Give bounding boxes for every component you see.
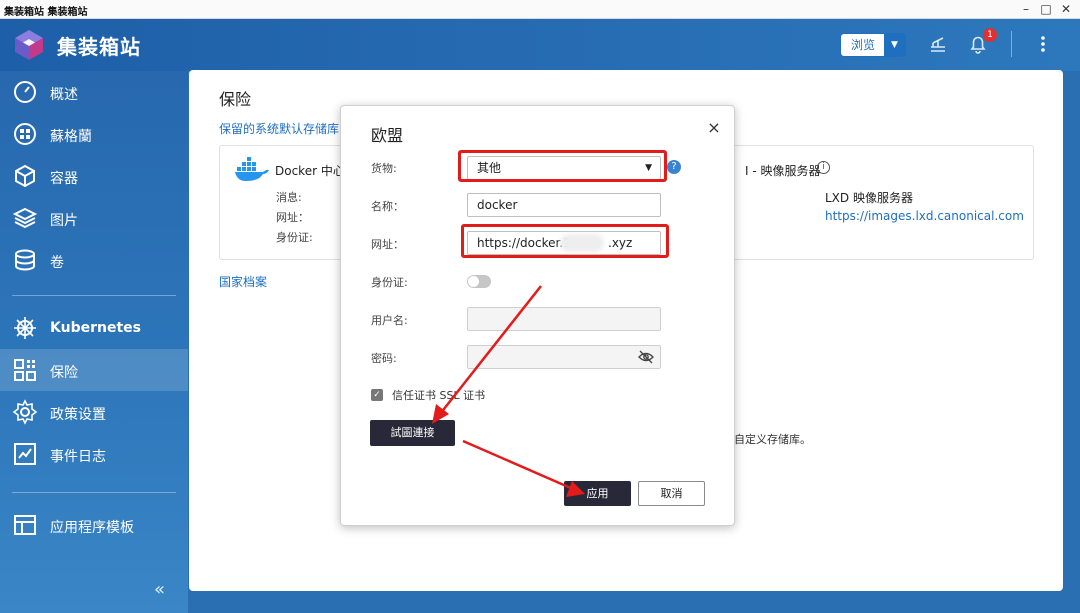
toggle-knob bbox=[468, 276, 479, 287]
close-icon[interactable]: × bbox=[706, 118, 722, 137]
window-title: 集装箱站 集装箱站 bbox=[4, 7, 88, 18]
custom-registry-hint: 自定义存储库。 bbox=[734, 433, 811, 446]
sidebar-item-preferences[interactable]: 政策设置 bbox=[0, 391, 188, 433]
header-divider bbox=[1011, 31, 1012, 57]
eye-off-icon[interactable] bbox=[638, 350, 654, 364]
gauge-icon bbox=[14, 81, 36, 103]
lxd-image-server-label: LXD 映像服务器 bbox=[825, 191, 913, 205]
name-input[interactable]: docker bbox=[467, 193, 661, 217]
sidebar-item-scotland[interactable]: 蘇格蘭 bbox=[0, 113, 188, 155]
registry-blocks-icon bbox=[14, 359, 36, 381]
window-title-bar: 集装箱站 集装箱站 – □ ✕ bbox=[0, 0, 1080, 19]
goods-label: 货物: bbox=[371, 162, 397, 175]
trust-ssl-checkbox[interactable]: ✓ bbox=[371, 389, 383, 401]
event-log-icon bbox=[14, 443, 36, 465]
sidebar-item-label: 图片 bbox=[50, 213, 78, 229]
username-input[interactable] bbox=[467, 307, 661, 331]
url-value: https://docker.1 bbox=[477, 236, 571, 250]
url-label: 网址： bbox=[371, 238, 404, 251]
template-icon bbox=[14, 515, 36, 535]
sidebar-item-label: 卷 bbox=[50, 255, 64, 271]
sidebar-item-label: 概述 bbox=[50, 87, 78, 103]
card-url-label: 网址： bbox=[276, 211, 309, 224]
sidebar-item-label: 保险 bbox=[50, 365, 78, 381]
help-icon[interactable]: ? bbox=[667, 160, 681, 174]
maximize-icon[interactable]: □ bbox=[1039, 1, 1053, 17]
image-server-title: I - 映像服务器 bbox=[745, 164, 821, 178]
name-label: 名称： bbox=[371, 200, 404, 213]
sidebar-item-kubernetes[interactable]: Kubernetes bbox=[0, 307, 188, 349]
card-id-label: 身份证: bbox=[276, 231, 313, 244]
sidebar-item-overview[interactable]: 概述 bbox=[0, 71, 188, 113]
sidebar: 概述 蘇格蘭 容器 图片 卷 Kubernetes 保险 政策设置 事件日志 应… bbox=[0, 71, 188, 613]
id-label: 身份证: bbox=[371, 276, 408, 289]
cube-icon bbox=[15, 164, 35, 188]
url-suffix: .xyz bbox=[608, 236, 633, 250]
username-label: 用户名: bbox=[371, 314, 408, 327]
sidebar-item-label: 事件日志 bbox=[50, 449, 106, 465]
sidebar-item-app-templates[interactable]: 应用程序模板 bbox=[0, 504, 188, 546]
apply-button[interactable]: 应用 bbox=[564, 481, 631, 506]
password-label: 密码: bbox=[371, 352, 397, 365]
add-registry-dialog: 欧盟 × 货物: 其他 ▼ ? 名称： docker 网址： https://d… bbox=[340, 105, 735, 526]
database-icon bbox=[15, 249, 35, 271]
password-input[interactable] bbox=[467, 345, 661, 369]
close-window-icon[interactable]: ✕ bbox=[1059, 1, 1073, 17]
sidebar-item-event-logs[interactable]: 事件日志 bbox=[0, 433, 188, 475]
sidebar-item-registry[interactable]: 保险 bbox=[0, 349, 188, 391]
card-message-label: 消息: bbox=[276, 191, 302, 204]
more-vertical-icon[interactable] bbox=[1031, 32, 1055, 56]
sidebar-item-images[interactable]: 图片 bbox=[0, 197, 188, 239]
helm-wheel-icon bbox=[14, 317, 36, 339]
chevron-down-icon[interactable]: ▼ bbox=[884, 34, 905, 56]
sidebar-item-label: 应用程序模板 bbox=[50, 520, 134, 536]
sidebar-divider bbox=[12, 295, 176, 296]
app-name: 集装箱站 bbox=[57, 35, 141, 59]
stack-icon[interactable] bbox=[926, 32, 950, 56]
page-title: 保险 bbox=[219, 90, 252, 109]
sidebar-item-volumes[interactable]: 卷 bbox=[0, 239, 188, 281]
registry-type-select[interactable]: 其他 ▼ bbox=[467, 156, 661, 180]
sidebar-item-label: 政策设置 bbox=[50, 407, 106, 423]
sidebar-item-label: 容器 bbox=[50, 171, 78, 187]
test-connection-button[interactable]: 試圖連接 bbox=[370, 420, 455, 446]
cancel-button[interactable]: 取消 bbox=[638, 481, 705, 506]
registry-type-value: 其他 bbox=[477, 161, 502, 175]
docker-whale-icon bbox=[235, 157, 269, 181]
sidebar-item-label: Kubernetes bbox=[50, 320, 141, 336]
lxd-image-server-url[interactable]: https://images.lxd.canonical.com bbox=[825, 209, 1024, 223]
settings-gear-icon bbox=[12, 399, 38, 425]
info-icon[interactable]: i bbox=[817, 161, 830, 174]
sidebar-item-label: 蘇格蘭 bbox=[50, 129, 92, 145]
layers-icon bbox=[12, 207, 38, 229]
dialog-title: 欧盟 bbox=[371, 126, 404, 145]
chevron-down-icon: ▼ bbox=[645, 163, 652, 173]
trust-ssl-label: 信任证书 SSL 证书 bbox=[392, 389, 486, 402]
authentication-toggle[interactable] bbox=[467, 275, 491, 288]
overview-grid-icon bbox=[14, 123, 36, 145]
notification-badge: 1 bbox=[983, 28, 997, 42]
sidebar-item-containers[interactable]: 容器 bbox=[0, 155, 188, 197]
collapse-sidebar-icon[interactable]: « bbox=[154, 579, 165, 600]
redacted-url-blur bbox=[560, 234, 604, 252]
national-archive-link[interactable]: 国家档案 bbox=[219, 273, 267, 290]
docker-hub-title: Docker 中心 bbox=[275, 164, 345, 178]
name-value: docker bbox=[477, 198, 518, 212]
app-header: 集装箱站 浏览 ▼ 1 bbox=[0, 19, 1080, 71]
sidebar-divider bbox=[12, 492, 176, 493]
default-registries-link[interactable]: 保留的系统默认存储库 bbox=[219, 120, 339, 137]
browse-dropdown[interactable]: 浏览 ▼ bbox=[840, 33, 906, 57]
container-station-logo-icon bbox=[15, 30, 43, 60]
browse-button[interactable]: 浏览 bbox=[841, 34, 885, 56]
minimize-icon[interactable]: – bbox=[1019, 1, 1033, 17]
